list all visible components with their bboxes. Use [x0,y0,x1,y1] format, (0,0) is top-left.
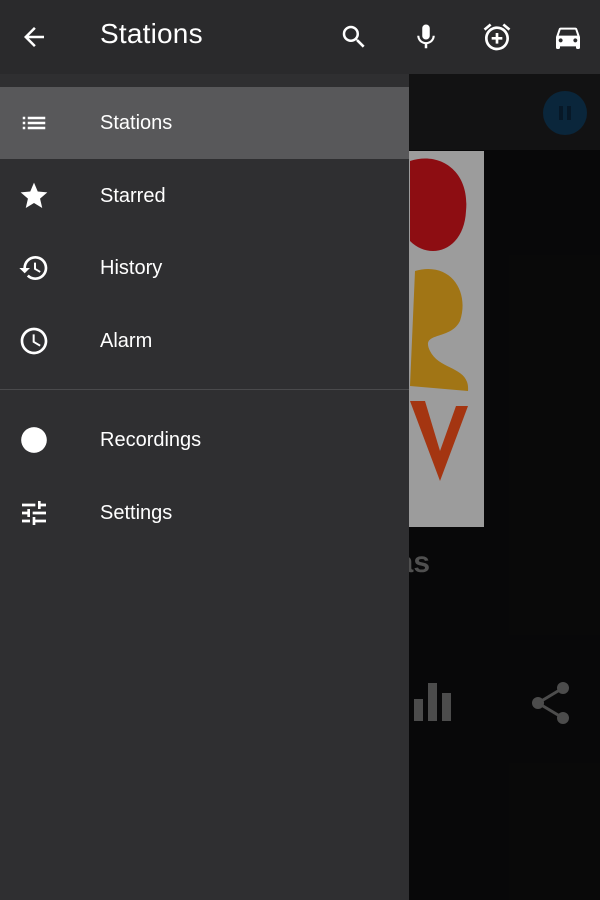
car-icon [556,27,580,49]
drawer-item-label: Starred [100,184,166,207]
search-button[interactable] [330,13,378,61]
tune-icon [16,495,52,531]
microphone-icon [417,24,435,49]
drawer-item-stations[interactable]: Stations [0,87,409,159]
history-icon [16,250,52,286]
drawer-item-history[interactable]: History [0,232,409,304]
add-alarm-button[interactable] [473,13,521,61]
drawer-item-recordings[interactable]: Recordings [0,404,409,476]
drawer-item-label: Recordings [100,428,202,451]
drawer-item-label: Alarm [100,329,153,352]
drawer-item-settings[interactable]: Settings [0,477,409,549]
drawer-item-label: Stations [100,111,173,134]
drawer-item-alarm[interactable]: Alarm [0,305,409,377]
record-dot-icon [16,422,52,458]
list-icon [16,105,52,141]
voice-search-button[interactable] [402,13,450,61]
drawer-item-label: Settings [100,501,173,524]
drawer-divider [0,389,409,390]
alarm-add-icon [483,23,511,51]
car-mode-button[interactable] [544,13,592,61]
drawer-item-label: History [100,256,163,279]
drawer-item-starred[interactable]: Starred [0,160,409,232]
app-bar: Stations [0,0,600,74]
clock-icon [16,323,52,359]
search-icon [342,25,365,48]
back-arrow-icon [24,27,44,47]
navigation-drawer: Stations Starred History Alarm Recording… [0,74,409,900]
back-button[interactable] [10,13,58,61]
page-title: Stations [100,18,203,49]
star-icon [16,178,52,214]
